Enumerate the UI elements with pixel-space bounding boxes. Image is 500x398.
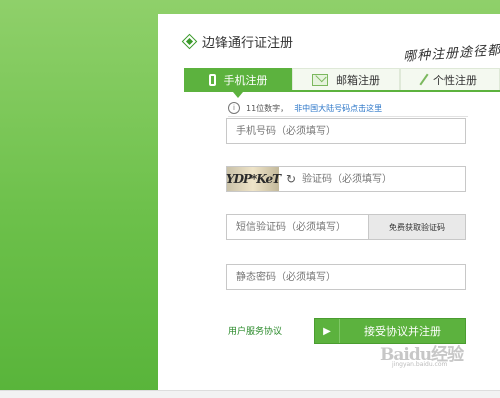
registration-card: 边锋通行证注册 哪种注册途径都可 手机注册 邮箱注册 个性注册 i 11位数字，…	[158, 14, 500, 394]
password-input[interactable]	[227, 270, 465, 284]
brand-title: 边锋通行证注册	[202, 35, 294, 51]
tab-phone-registration[interactable]: 手机注册	[184, 68, 292, 98]
captcha-input[interactable]	[298, 172, 465, 186]
info-icon: i	[228, 102, 240, 114]
tab-label: 邮箱注册	[336, 73, 380, 87]
arrow-right-icon: ▶	[315, 319, 340, 343]
sms-code-field: 免费获取验证码	[226, 214, 466, 240]
user-agreement-link[interactable]: 用户服务协议	[228, 324, 282, 337]
handwritten-annotation: 哪种注册途径都可	[402, 42, 500, 65]
phone-hint: i 11位数字， 非中国大陆号码点击这里	[228, 100, 468, 117]
password-field	[226, 264, 466, 290]
submit-label: 接受协议并注册	[364, 325, 441, 338]
pen-icon	[419, 73, 429, 86]
sms-code-input[interactable]	[227, 220, 368, 234]
non-mainland-number-link[interactable]: 非中国大陆号码点击这里	[294, 103, 382, 114]
tab-label: 手机注册	[223, 73, 268, 87]
watermark-url: jingyan.baidu.com	[392, 361, 448, 368]
hint-text: 11位数字，	[246, 103, 289, 113]
refresh-icon[interactable]: ↻	[284, 172, 298, 186]
tab-email-registration[interactable]: 邮箱注册	[292, 68, 400, 90]
brand-header: 边锋通行证注册	[181, 32, 294, 51]
captcha-image[interactable]: YDP*KeT	[226, 167, 281, 191]
registration-tabs: 手机注册 邮箱注册 个性注册	[184, 68, 500, 98]
phone-input[interactable]	[227, 124, 465, 138]
phone-field	[226, 118, 466, 144]
tab-custom-registration[interactable]: 个性注册	[400, 68, 500, 90]
tab-label: 个性注册	[433, 73, 477, 87]
get-sms-code-button[interactable]: 免费获取验证码	[368, 215, 465, 239]
mobile-phone-icon	[208, 73, 216, 86]
browser-status-bar	[0, 390, 500, 398]
diamond-logo-icon	[181, 33, 198, 49]
captcha-field: YDP*KeT ↻	[226, 166, 466, 192]
envelope-icon	[312, 73, 328, 86]
